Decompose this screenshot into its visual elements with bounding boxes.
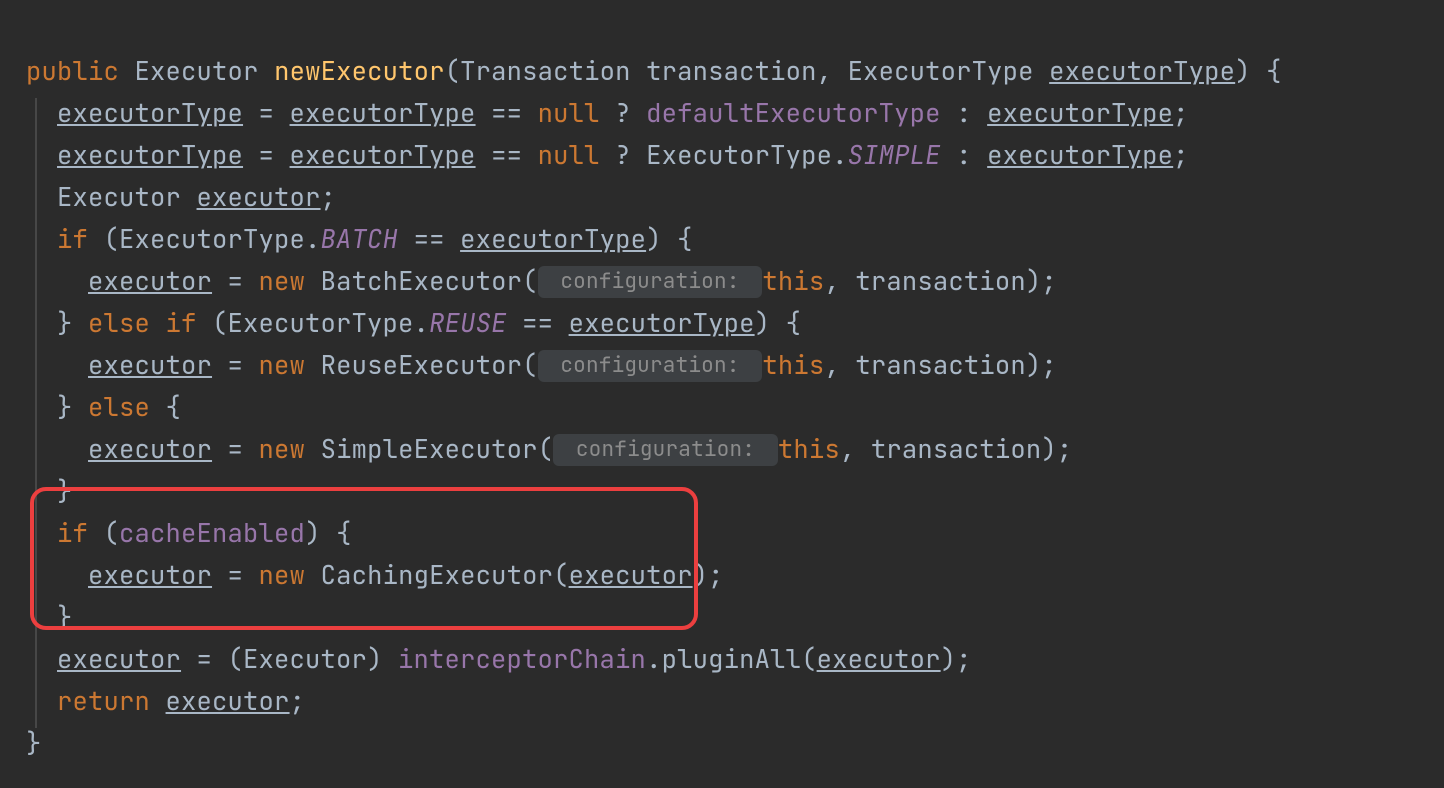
code-line: executor = new BatchExecutor( configurat… <box>26 260 1444 302</box>
code-line: } else if (ExecutorType.REUSE == executo… <box>26 302 1444 344</box>
code-line: executor = (Executor) interceptorChain.p… <box>26 638 1444 680</box>
code-line: public Executor newExecutor(Transaction … <box>26 50 1444 92</box>
method-name: newExecutor <box>274 54 445 88</box>
code-line: } <box>26 470 1444 512</box>
code-line: if (cacheEnabled) { <box>26 512 1444 554</box>
code-editor[interactable]: public Executor newExecutor(Transaction … <box>0 0 1444 764</box>
code-line: executor = new ReuseExecutor( configurat… <box>26 344 1444 386</box>
param-hint: configuration: <box>538 350 763 382</box>
code-line: executor = new CachingExecutor(executor)… <box>26 554 1444 596</box>
code-line: executorType = executorType == null ? Ex… <box>26 134 1444 176</box>
code-line: return executor; <box>26 680 1444 722</box>
param-hint: configuration: <box>553 434 778 466</box>
code-line: } <box>26 722 1444 764</box>
code-line: executorType = executorType == null ? de… <box>26 92 1444 134</box>
code-line: executor = new SimpleExecutor( configura… <box>26 428 1444 470</box>
keyword-public: public <box>26 54 119 88</box>
code-line: if (ExecutorType.BATCH == executorType) … <box>26 218 1444 260</box>
code-line: } <box>26 596 1444 638</box>
code-line: Executor executor; <box>26 176 1444 218</box>
code-line: } else { <box>26 386 1444 428</box>
param-hint: configuration: <box>538 266 763 298</box>
